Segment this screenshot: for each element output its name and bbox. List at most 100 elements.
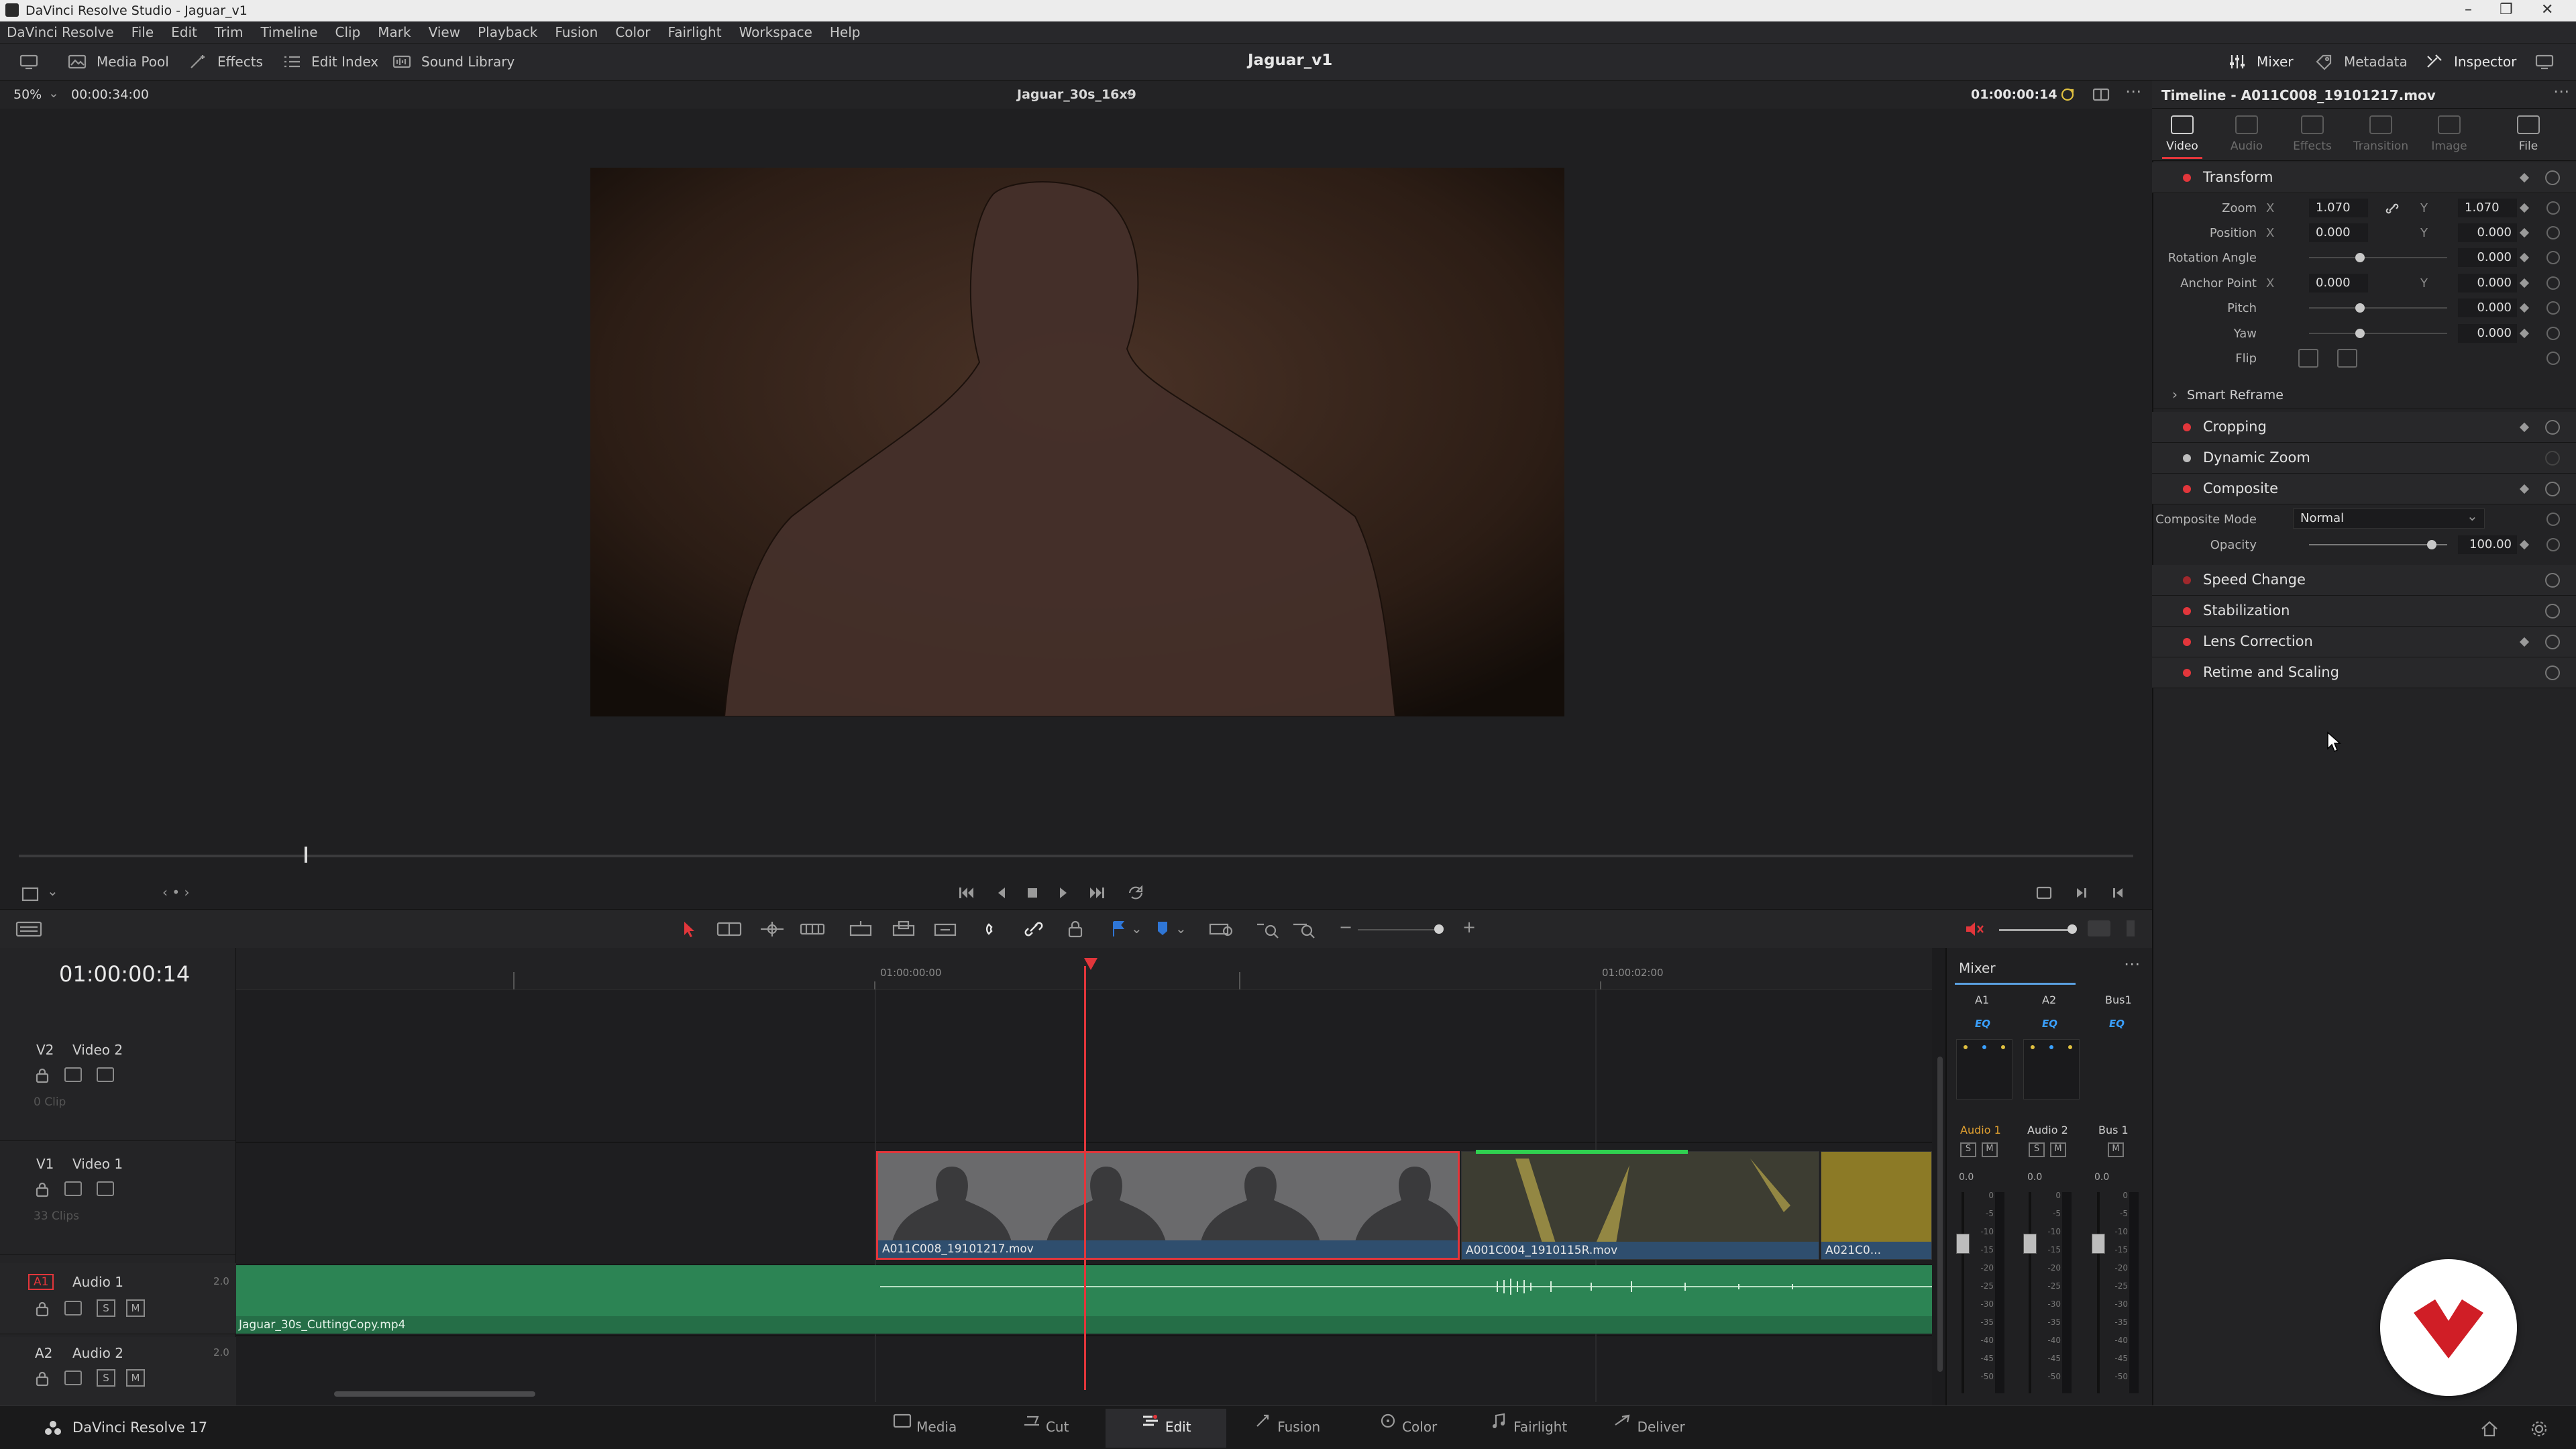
auto-select-icon[interactable]: [64, 1301, 82, 1316]
yaw-slider[interactable]: [2309, 333, 2447, 334]
keyframe-icon[interactable]: [2519, 637, 2530, 647]
playhead-line[interactable]: [1084, 966, 1086, 1390]
menu-mark[interactable]: Mark: [378, 24, 411, 40]
mute-button[interactable]: M: [126, 1369, 145, 1387]
section-retime-scaling[interactable]: Retime and Scaling: [2152, 657, 2576, 688]
link-icon[interactable]: [2384, 201, 2400, 216]
home-icon[interactable]: [2479, 1419, 2500, 1438]
anchor-x-field[interactable]: 0.000: [2309, 274, 2368, 292]
solo-button[interactable]: S: [1960, 1142, 1976, 1157]
fader-track-a1[interactable]: [1962, 1192, 1964, 1393]
settings-gear-icon[interactable]: [2529, 1419, 2549, 1438]
reset-icon[interactable]: [2546, 327, 2560, 340]
zoom-x-field[interactable]: 1.070: [2309, 199, 2368, 217]
section-dynamic-zoom[interactable]: Dynamic Zoom: [2152, 443, 2576, 474]
minimize-icon[interactable]: –: [2465, 1, 2472, 18]
keyframe-icon[interactable]: [2519, 422, 2530, 433]
flip-vertical-icon[interactable]: [2337, 349, 2357, 368]
menu-file[interactable]: File: [131, 24, 154, 40]
solo-button[interactable]: S: [2029, 1142, 2045, 1157]
play-reverse-icon[interactable]: [990, 881, 1013, 904]
anchor-y-field[interactable]: 0.000: [2458, 274, 2517, 292]
page-fairlight[interactable]: Fairlight: [1468, 1409, 1589, 1448]
reset-icon[interactable]: [2546, 201, 2560, 215]
fader-knob-bus1[interactable]: [2092, 1234, 2105, 1254]
selection-tool-icon[interactable]: [679, 919, 699, 939]
go-to-end-icon[interactable]: [1085, 881, 1108, 904]
track-lock-icon[interactable]: [35, 1371, 50, 1387]
dynamic-zoom-enable-dot[interactable]: [2183, 454, 2191, 462]
reset-icon[interactable]: [2545, 635, 2560, 649]
yaw-field[interactable]: 0.000: [2458, 324, 2517, 343]
menu-workspace[interactable]: Workspace: [739, 24, 812, 40]
replace-clip-icon[interactable]: [931, 919, 959, 939]
pitch-field[interactable]: 0.000: [2458, 299, 2517, 317]
track-lock-icon[interactable]: [35, 1181, 50, 1197]
play-icon[interactable]: [1052, 881, 1075, 904]
next-edit-icon[interactable]: [2070, 881, 2093, 904]
fader-knob-a2[interactable]: [2023, 1234, 2037, 1254]
page-color[interactable]: Color: [1347, 1409, 1468, 1448]
menu-clip[interactable]: Clip: [335, 24, 361, 40]
flag-icon[interactable]: [1110, 919, 1127, 939]
zoom-full-icon[interactable]: [1208, 919, 1236, 939]
viewer-zoom-select[interactable]: 50%: [13, 87, 42, 102]
panel-toggle-button[interactable]: [19, 53, 39, 70]
mute-button[interactable]: M: [1982, 1142, 1998, 1157]
position-lock-icon[interactable]: [1064, 919, 1087, 939]
mixer-button[interactable]: Mixer: [2227, 53, 2294, 70]
composite-enable-dot[interactable]: [2183, 485, 2191, 493]
menu-fusion[interactable]: Fusion: [555, 24, 598, 40]
tab-transition[interactable]: Transition: [2351, 115, 2411, 153]
menu-help[interactable]: Help: [830, 24, 861, 40]
timeline-scrollbar[interactable]: [334, 1391, 535, 1397]
fader-track-bus1[interactable]: [2097, 1192, 2100, 1393]
auto-select-icon[interactable]: [64, 1067, 82, 1082]
meter-toggle[interactable]: [2127, 920, 2135, 936]
edit-index-button[interactable]: Edit Index: [282, 53, 378, 70]
position-x-field[interactable]: 0.000: [2309, 223, 2368, 242]
keyframe-icon[interactable]: [2519, 227, 2530, 238]
pan-control-a1[interactable]: [1956, 1039, 2012, 1099]
effects-button[interactable]: Effects: [188, 53, 263, 70]
zoom-y-field[interactable]: 1.070: [2458, 199, 2517, 217]
composite-mode-dropdown[interactable]: Normal ⌄: [2293, 508, 2485, 529]
timeline-view-options-icon[interactable]: [15, 919, 43, 939]
close-icon[interactable]: ✕: [2541, 1, 2553, 18]
fader-knob-a1[interactable]: [1956, 1234, 1970, 1254]
section-transform[interactable]: Transform: [2152, 162, 2576, 193]
retime-enable-dot[interactable]: [2183, 669, 2191, 677]
viewer-options-icon[interactable]: ⋯: [2125, 82, 2141, 101]
sound-library-button[interactable]: Sound Library: [392, 53, 515, 70]
page-media[interactable]: Media: [864, 1409, 985, 1448]
rotation-slider[interactable]: [2309, 257, 2447, 258]
rotation-field[interactable]: 0.000: [2458, 248, 2517, 267]
track-lock-icon[interactable]: [35, 1301, 50, 1317]
menu-color[interactable]: Color: [615, 24, 650, 40]
transform-enable-dot[interactable]: [2183, 174, 2191, 182]
viewer-layout-icon[interactable]: [2092, 86, 2110, 103]
auto-select-icon[interactable]: [64, 1181, 82, 1196]
blade-tool-icon[interactable]: [798, 919, 826, 939]
reset-icon[interactable]: [2546, 538, 2560, 551]
timeline-select-chevron-icon[interactable]: ⌄: [1124, 85, 1135, 99]
media-pool-button[interactable]: Media Pool: [67, 53, 169, 70]
auto-select-icon[interactable]: [64, 1371, 82, 1385]
pitch-slider[interactable]: [2309, 307, 2447, 309]
keyframe-icon[interactable]: [2519, 278, 2530, 288]
fader-track-a2[interactable]: [2029, 1192, 2031, 1393]
viewer-mode-icon[interactable]: [20, 885, 43, 904]
marker-icon[interactable]: [1154, 919, 1171, 939]
playhead-handle[interactable]: [1084, 958, 1097, 970]
fullscreen-panel-button[interactable]: [2534, 53, 2555, 70]
timeline-zoom-slider[interactable]: [1358, 929, 1437, 930]
yaw-slider-knob[interactable]: [2355, 329, 2365, 338]
match-frame-icon[interactable]: [2033, 881, 2055, 904]
restore-icon[interactable]: ❐: [2500, 1, 2513, 18]
menu-davinci-resolve[interactable]: DaVinci Resolve: [7, 24, 114, 40]
video-clip-1[interactable]: A011C008_19101217.mov: [876, 1151, 1460, 1260]
menu-edit[interactable]: Edit: [171, 24, 197, 40]
reset-icon[interactable]: [2546, 513, 2560, 526]
dim-button[interactable]: [2088, 920, 2110, 936]
loop-icon[interactable]: [1124, 881, 1147, 904]
